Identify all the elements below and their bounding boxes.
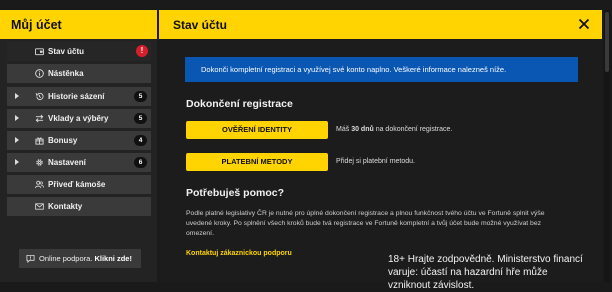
sidebar-item-label: Nastavení (48, 158, 86, 167)
info-icon (35, 69, 44, 78)
caret-right-icon (15, 137, 19, 143)
support-text: Online podpora. (39, 254, 93, 263)
sidebar-title: Můj účet (0, 10, 157, 39)
users-icon (35, 180, 44, 189)
responsible-gaming-notice: 18+ Hrajte zodpovědně. Ministerstvo fina… (388, 254, 583, 291)
sidebar-item-dashboard[interactable]: Nástěnka (7, 64, 151, 83)
exchange-icon (35, 114, 44, 123)
count-badge: 4 (134, 135, 147, 146)
caret-right-icon (15, 159, 19, 165)
alert-badge: ! (136, 45, 148, 57)
sidebar-item-label: Stav účtu (48, 47, 85, 56)
verify-identity-button[interactable]: OVĚŘENÍ IDENTITY (186, 121, 328, 139)
verify-note: Máš 30 dnů na dokončení registrace. (336, 126, 452, 133)
support-cta: Klikni zde! (94, 254, 132, 263)
caret-right-icon (15, 115, 19, 121)
registration-title: Dokončení registrace (186, 98, 293, 110)
contact-support-link[interactable]: Kontaktuj zákaznickou podporu (186, 250, 292, 257)
gift-icon (35, 137, 44, 145)
sidebar-item-settings[interactable]: Nastavení 6 (7, 153, 151, 172)
sidebar-item-label: Bonusy (48, 136, 78, 145)
verify-note-prefix: Máš (336, 126, 350, 133)
envelope-icon (35, 203, 44, 210)
page-title: Stav účtu (173, 17, 228, 32)
count-badge: 6 (134, 157, 147, 168)
verify-note-suffix: na dokončení registrace. (375, 126, 453, 133)
sidebar-item-deposits-withdrawals[interactable]: Vklady a výběry 5 (7, 109, 151, 128)
history-icon (35, 92, 44, 101)
sidebar-item-betting-history[interactable]: Historie sázení 5 (7, 87, 151, 106)
wallet-icon (35, 48, 44, 56)
scrollbar-thumb[interactable] (605, 12, 609, 72)
online-support-button[interactable]: Online podpora. Klikni zde! (19, 249, 141, 268)
sidebar-item-label: Historie sázení (48, 92, 105, 101)
count-badge: 5 (134, 91, 147, 102)
sidebar-item-label: Přiveď kámoše (48, 180, 106, 189)
sidebar: Můj účet Stav účtu ! Nástěnka Historie s… (0, 10, 157, 282)
sidebar-item-label: Kontakty (48, 202, 83, 211)
sidebar-item-account-status[interactable]: Stav účtu ! (7, 42, 151, 61)
close-icon[interactable] (578, 18, 590, 30)
sidebar-item-label: Nástěnka (48, 69, 84, 78)
verify-note-days: 30 dnů (351, 126, 374, 133)
scrollbar[interactable] (604, 10, 610, 282)
info-banner: Dokonči kompletní registraci a využívej … (185, 57, 578, 82)
help-title: Potřebuješ pomoc? (186, 187, 285, 199)
sidebar-item-label: Vklady a výběry (48, 114, 109, 123)
help-text: Podle platné legislativy ČR je nutné pro… (186, 210, 545, 237)
gear-icon (36, 159, 43, 166)
main-panel: Stav účtu Dokonči kompletní registraci a… (159, 10, 602, 291)
chat-icon (26, 254, 35, 263)
sidebar-item-contacts[interactable]: Kontakty (7, 197, 151, 216)
page-header: Stav účtu (159, 10, 602, 39)
sidebar-item-invite-friend[interactable]: Přiveď kámoše (7, 175, 151, 194)
count-badge: 5 (134, 113, 147, 124)
sidebar-item-bonuses[interactable]: Bonusy 4 (7, 131, 151, 150)
payment-methods-button[interactable]: PLATEBNÍ METODY (186, 153, 328, 171)
payment-note: Přidej si platební metodu. (336, 158, 415, 165)
caret-right-icon (15, 93, 19, 99)
